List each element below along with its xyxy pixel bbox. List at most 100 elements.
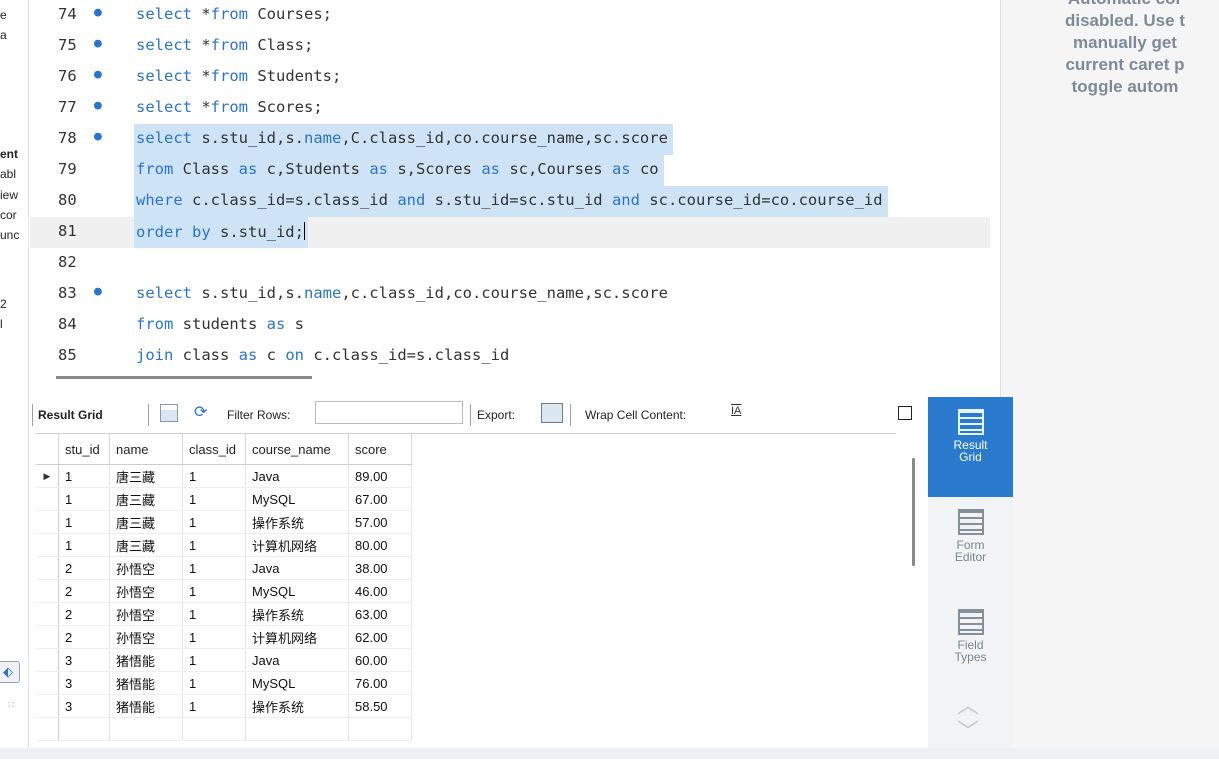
table-cell[interactable]: 58.50 (348, 694, 412, 718)
table-cell[interactable]: 46.00 (348, 579, 412, 603)
table-cell[interactable]: Java (245, 556, 349, 580)
row-selector[interactable] (36, 625, 59, 649)
table-cell[interactable]: 1 (58, 487, 110, 511)
side-tab-form-editor[interactable]: Form Editor (928, 497, 1013, 597)
export-icon[interactable] (541, 403, 563, 423)
table-cell[interactable]: 57.00 (348, 510, 412, 534)
table-row[interactable]: 3 猪悟能 1 Java 60.00 (36, 648, 412, 672)
table-cell[interactable]: 89.00 (348, 464, 412, 488)
table-cell[interactable]: 1 (182, 694, 246, 718)
table-row[interactable]: 2 孙悟空 1 操作系统 63.00 (36, 602, 412, 626)
table-cell[interactable]: 3 (58, 648, 110, 672)
statement-marker-icon[interactable]: ● (94, 67, 102, 82)
filter-rows-input[interactable] (315, 401, 463, 424)
row-selector[interactable]: ▶ (36, 464, 59, 488)
side-tab-result-grid[interactable]: Result Grid (928, 397, 1013, 497)
table-cell[interactable] (58, 717, 110, 741)
table-cell[interactable]: 1 (182, 487, 246, 511)
table-cell[interactable]: 76.00 (348, 671, 412, 695)
side-tab-field-types[interactable]: Field Types (928, 597, 1013, 697)
refresh-icon[interactable]: ⟳ (194, 402, 207, 422)
grid-vertical-scrollbar[interactable] (912, 458, 915, 566)
column-header-score[interactable]: score (348, 434, 412, 465)
row-selector[interactable] (36, 556, 59, 580)
column-header-stu-id[interactable]: stu_id (58, 434, 110, 465)
table-cell[interactable]: 2 (58, 625, 110, 649)
table-cell[interactable]: 孙悟空 (109, 602, 183, 626)
statement-marker-icon[interactable]: ● (94, 129, 102, 144)
table-cell[interactable]: 唐三藏 (109, 510, 183, 534)
editor-line[interactable]: 77 ● select *from Scores; (30, 93, 990, 124)
column-header-course-name[interactable]: course_name (245, 434, 349, 465)
table-cell[interactable]: Java (245, 648, 349, 672)
table-cell[interactable]: 1 (182, 464, 246, 488)
table-cell[interactable]: 63.00 (348, 602, 412, 626)
diamond-arrow-icon[interactable]: ⬖ (0, 661, 20, 683)
table-cell[interactable]: 1 (58, 464, 110, 488)
table-cell[interactable]: MySQL (245, 487, 349, 511)
table-cell[interactable]: 1 (182, 648, 246, 672)
table-cell[interactable] (182, 717, 246, 741)
editor-line[interactable]: 79 from Class as c,Students as s,Scores a… (30, 155, 990, 186)
table-row[interactable] (36, 717, 412, 741)
editor-line[interactable]: 78 ● select s.stu_id,s.name,C.class_id,co.… (30, 124, 990, 155)
editor-line[interactable]: 76 ● select *from Students; (30, 62, 990, 93)
chevron-down-icon[interactable]: ﹀ (957, 714, 979, 746)
table-row[interactable]: 1 唐三藏 1 操作系统 57.00 (36, 510, 412, 534)
table-row[interactable]: ▶ 1 唐三藏 1 Java 89.00 (36, 464, 412, 488)
table-cell[interactable]: 3 (58, 671, 110, 695)
table-row[interactable]: 1 唐三藏 1 MySQL 67.00 (36, 487, 412, 511)
table-cell[interactable]: 孙悟空 (109, 579, 183, 603)
table-cell[interactable]: 猪悟能 (109, 648, 183, 672)
table-cell[interactable]: 2 (58, 556, 110, 580)
table-cell[interactable]: 67.00 (348, 487, 412, 511)
editor-horizontal-scrollbar[interactable] (56, 376, 312, 379)
editor-line[interactable]: 75 ● select *from Class; (30, 31, 990, 62)
column-header-class-id[interactable]: class_id (182, 434, 246, 465)
editor-line[interactable]: 82 (30, 248, 990, 279)
table-cell[interactable]: 操作系统 (245, 510, 349, 534)
table-cell[interactable]: 38.00 (348, 556, 412, 580)
row-selector[interactable] (36, 671, 59, 695)
table-cell[interactable]: 孙悟空 (109, 625, 183, 649)
table-row[interactable]: 2 孙悟空 1 Java 38.00 (36, 556, 412, 580)
row-selector[interactable] (36, 579, 59, 603)
table-row[interactable]: 1 唐三藏 1 计算机网络 80.00 (36, 533, 412, 557)
editor-line[interactable]: 81 order by s.stu_id; (30, 217, 990, 248)
editor-line[interactable]: 85 join class as c on c.class_id=s.class_… (30, 341, 990, 366)
statement-marker-icon[interactable]: ● (94, 284, 102, 299)
table-cell[interactable]: 猪悟能 (109, 694, 183, 718)
row-selector[interactable] (36, 533, 59, 557)
row-selector[interactable] (36, 694, 59, 718)
table-cell[interactable]: MySQL (245, 579, 349, 603)
table-cell[interactable]: 62.00 (348, 625, 412, 649)
statement-marker-icon[interactable]: ● (94, 5, 102, 20)
row-selector[interactable] (36, 602, 59, 626)
table-cell[interactable]: MySQL (245, 671, 349, 695)
table-cell[interactable]: 唐三藏 (109, 533, 183, 557)
table-row[interactable]: 2 孙悟空 1 计算机网络 62.00 (36, 625, 412, 649)
table-cell[interactable]: 唐三藏 (109, 487, 183, 511)
table-cell[interactable]: 2 (58, 602, 110, 626)
table-cell[interactable]: 1 (182, 579, 246, 603)
editor-line[interactable]: 83 ● select s.stu_id,s.name,c.class_id,co.… (30, 279, 990, 310)
table-cell[interactable]: 1 (58, 533, 110, 557)
table-cell[interactable]: 孙悟空 (109, 556, 183, 580)
table-cell[interactable]: 猪悟能 (109, 671, 183, 695)
table-cell[interactable] (348, 717, 412, 741)
table-cell[interactable]: 1 (182, 625, 246, 649)
table-cell[interactable]: 1 (182, 510, 246, 534)
result-grid-label[interactable]: Result Grid (38, 408, 103, 422)
row-selector[interactable] (36, 510, 59, 534)
row-selector[interactable] (36, 648, 59, 672)
table-cell[interactable]: Java (245, 464, 349, 488)
table-cell[interactable]: 2 (58, 579, 110, 603)
result-grid[interactable]: stu_id name class_id course_name score ▶ 1 唐三藏 1… (36, 433, 896, 760)
editor-line[interactable]: 84 from students as s (30, 310, 990, 341)
table-cell[interactable]: 1 (182, 602, 246, 626)
table-cell[interactable]: 操作系统 (245, 694, 349, 718)
table-cell[interactable] (109, 717, 183, 741)
table-cell[interactable]: 计算机网络 (245, 533, 349, 557)
table-cell[interactable]: 计算机网络 (245, 625, 349, 649)
resize-grip-icon[interactable]: ∷ (8, 700, 14, 711)
